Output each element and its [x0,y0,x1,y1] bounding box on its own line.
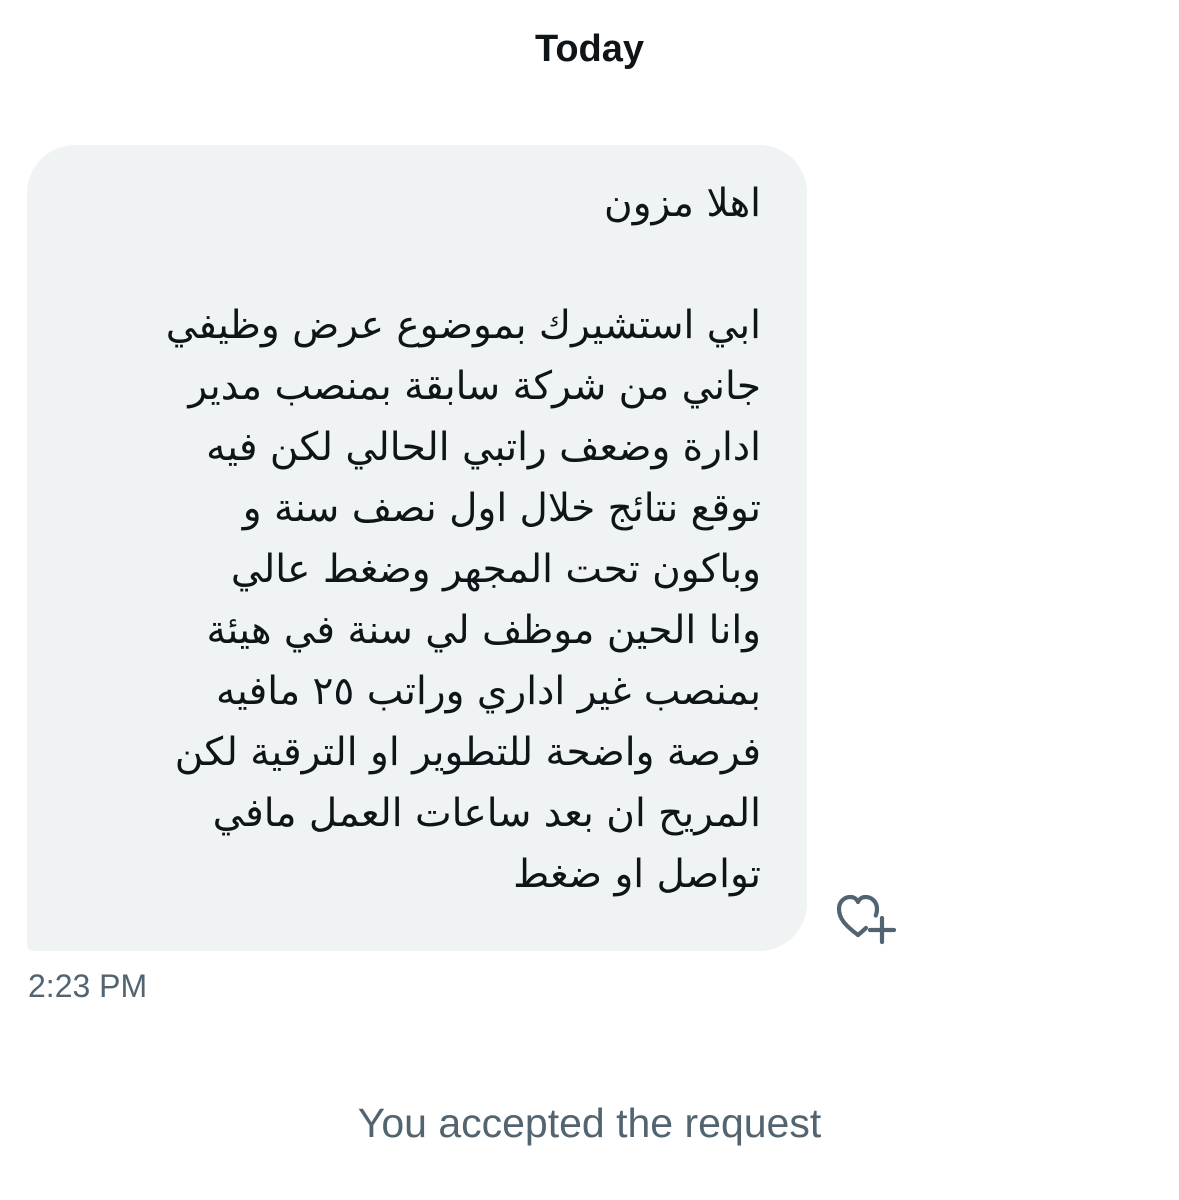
message-line: فرصة واضحة للتطوير او الترقية لكن [174,730,761,775]
add-reaction-button[interactable] [834,890,900,946]
message-greeting: اهلا مزون [604,181,761,226]
message-line: وباكون تحت المجهر وضغط عالي [230,547,761,592]
message-line: بمنصب غير اداري وراتب ٢٥ مافيه [215,669,761,714]
message-line: جاني من شركة سابقة بمنصب مدير [188,364,761,409]
message-line: وانا الحين موظف لي سنة في هيئة [206,608,762,653]
message-line: ادارة وضعف راتبي الحالي لكن فيه [206,425,761,470]
system-notice: You accepted the request [357,1100,822,1146]
heart-plus-icon [834,890,900,946]
message-bubble[interactable]: اهلا مزون ابي استشيرك بموضوع عرض وظيفي ج… [27,145,807,951]
message-timestamp: 2:23 PM [28,968,148,1004]
date-header: Today [534,28,645,70]
message-text: اهلا مزون ابي استشيرك بموضوع عرض وظيفي ج… [73,173,761,905]
message-line: تواصل او ضغط [513,852,761,897]
message-line: توقع نتائج خلال اول نصف سنة و [242,486,761,531]
message-line: المريح ان بعد ساعات العمل مافي [212,791,761,836]
message-line: ابي استشيرك بموضوع عرض وظيفي [165,303,761,348]
